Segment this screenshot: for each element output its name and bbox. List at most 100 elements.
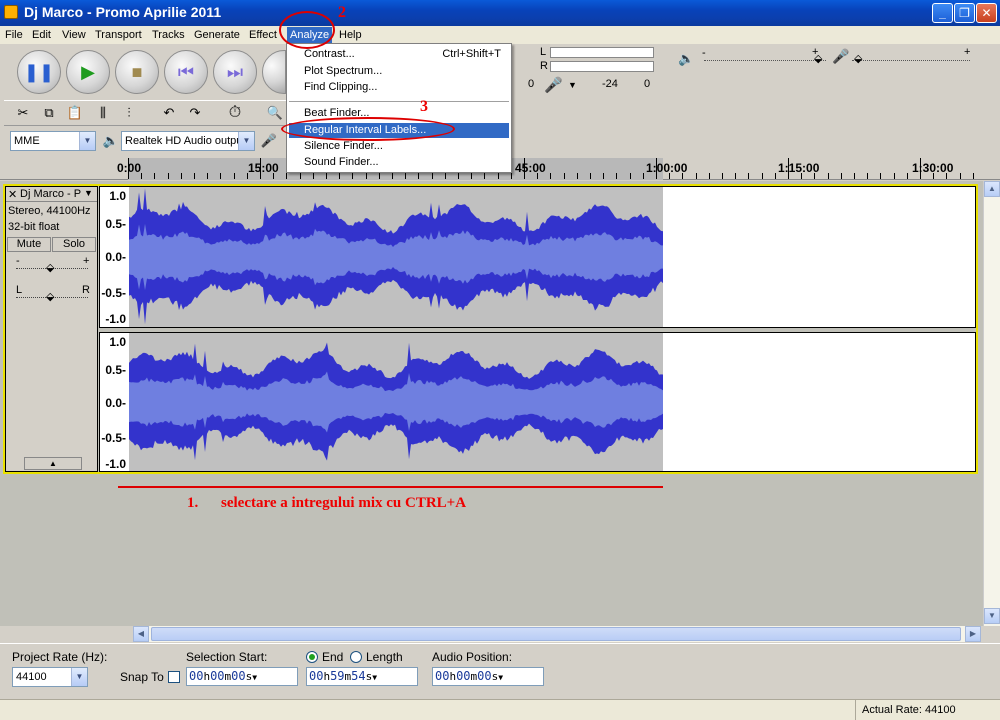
ruler-tick: [920, 158, 921, 179]
mute-button[interactable]: Mute: [7, 237, 51, 252]
input-plus-label: +: [964, 46, 971, 58]
silence-icon[interactable]: ⫶: [118, 102, 140, 124]
ruler-tick: [722, 173, 723, 179]
solo-button[interactable]: Solo: [52, 237, 96, 252]
copy-icon[interactable]: ⧉: [38, 102, 60, 124]
selection-end-field[interactable]: 00h59m54s▼: [306, 667, 418, 686]
scroll-left-icon[interactable]: ◀: [133, 626, 149, 642]
ruler-tick: [511, 173, 512, 179]
menu-item-plot-spectrum[interactable]: Plot Spectrum...: [289, 64, 509, 79]
chevron-down-icon[interactable]: ▼: [568, 80, 577, 90]
menu-item-find-clipping[interactable]: Find Clipping...: [289, 80, 509, 95]
mixer-toolbar: 🔈 - + ⬙ 🎤 ⬙ +: [672, 44, 982, 74]
trim-icon[interactable]: ⫼: [92, 102, 114, 124]
input-slider-thumb[interactable]: ⬙: [854, 52, 862, 65]
channel-right[interactable]: 1.0 0.5- 0.0- -0.5- -1.0: [99, 332, 976, 472]
project-rate-select[interactable]: 44100 ▼: [12, 667, 88, 687]
menu-help[interactable]: Help: [336, 27, 365, 43]
stop-button[interactable]: ■: [115, 50, 159, 94]
project-rate-value: 44100: [16, 671, 47, 683]
zoom-in-icon[interactable]: 🔍: [264, 102, 286, 124]
volume-slider-thumb[interactable]: ⬙: [814, 52, 822, 65]
menu-transport[interactable]: Transport: [92, 27, 145, 43]
scroll-down-icon[interactable]: ▼: [984, 608, 1000, 624]
window-title: Dj Marco - Promo Aprilie 2011: [24, 4, 222, 20]
gain-slider-thumb[interactable]: ⬙: [46, 261, 54, 274]
ruler-tick: [603, 173, 604, 179]
waveform-right: [129, 342, 663, 461]
menu-item-silence-finder[interactable]: Silence Finder...: [289, 139, 509, 154]
play-icon: ▶: [81, 61, 95, 82]
actual-rate-text: Actual Rate: 44100: [862, 704, 956, 716]
volume-slider-track[interactable]: [704, 60, 826, 62]
output-device-select[interactable]: Realtek HD Audio outpu ▼: [121, 131, 255, 151]
input-slider-track[interactable]: [852, 60, 970, 62]
close-button[interactable]: ✕: [976, 3, 997, 23]
menu-generate[interactable]: Generate: [191, 27, 243, 43]
volume-minus-label: -: [702, 47, 706, 59]
minimize-button[interactable]: _: [932, 3, 953, 23]
horizontal-scroll-thumb[interactable]: [151, 627, 961, 641]
ruler-tick: [788, 158, 789, 179]
chevron-down-icon: ▼: [238, 132, 254, 150]
ruler-tick: [867, 173, 868, 179]
selection-toolbar: Project Rate (Hz): 44100 ▼ Snap To Selec…: [0, 643, 1000, 698]
meter-right-label: R: [540, 60, 548, 72]
ruler-tick: [656, 158, 657, 179]
ruler-tick: [933, 173, 934, 179]
channel-left[interactable]: 1.0 0.5- 0.0- -0.5- -1.0: [99, 186, 976, 328]
close-icon[interactable]: ✕: [8, 188, 17, 201]
ruler-tick: [682, 173, 683, 179]
skip-start-icon: ⏮: [177, 61, 195, 82]
play-button[interactable]: ▶: [66, 50, 110, 94]
menu-effect[interactable]: Effect: [246, 27, 280, 43]
collapse-track-button[interactable]: ▲: [24, 457, 82, 470]
track-control-panel: ✕ Dj Marco - P ▼ Stereo, 44100Hz 32-bit …: [5, 186, 98, 472]
ruler-tick: [643, 173, 644, 179]
ruler-tick: [300, 173, 301, 179]
menu-bar: File Edit View Transport Tracks Generate…: [0, 26, 1000, 44]
selection-start-field[interactable]: 00h00m00s▼: [186, 667, 298, 686]
ruler-tick: [352, 173, 353, 179]
ruler-tick: [471, 173, 472, 179]
paste-icon[interactable]: 📋: [64, 102, 86, 124]
vertical-scrollbar[interactable]: ▲ ▼: [983, 181, 1000, 626]
menu-edit[interactable]: Edit: [29, 27, 54, 43]
ruler-tick: [537, 173, 538, 179]
selection-start-label: Selection Start:: [186, 650, 268, 664]
undo-icon[interactable]: ↶: [158, 102, 180, 124]
menu-item-sound-finder[interactable]: Sound Finder...: [289, 155, 509, 170]
host-select[interactable]: MME ▼: [10, 131, 96, 151]
maximize-button[interactable]: ❐: [954, 3, 975, 23]
end-radio-label: End: [322, 650, 344, 664]
chevron-down-icon: ▼: [79, 132, 95, 150]
pause-button[interactable]: ❚❚: [17, 50, 61, 94]
track-name-menu[interactable]: Dj Marco - P: [20, 188, 84, 200]
menu-item-contrast[interactable]: Contrast... Ctrl+Shift+T: [289, 47, 509, 62]
meter-scale-0b: 0: [644, 78, 651, 90]
microphone-icon[interactable]: 🎤: [544, 76, 563, 94]
length-radio[interactable]: [350, 651, 362, 663]
ruler-tick: [405, 173, 406, 179]
gain-plus-label: +: [83, 255, 90, 267]
end-radio[interactable]: [306, 651, 318, 663]
skip-end-button[interactable]: ⏭: [213, 50, 257, 94]
horizontal-scrollbar[interactable]: ◀ ▶: [133, 626, 981, 642]
cut-icon[interactable]: ✂: [12, 102, 34, 124]
skip-start-button[interactable]: ⏮: [164, 50, 208, 94]
microphone-icon: 🎤: [832, 48, 850, 64]
menu-view[interactable]: View: [59, 27, 89, 43]
timer-icon[interactable]: ⏱: [224, 102, 246, 124]
annotation-underline: [118, 486, 663, 488]
menu-file[interactable]: File: [2, 27, 26, 43]
audio-position-field[interactable]: 00h00m00s▼: [432, 667, 544, 686]
analyze-menu: Contrast... Ctrl+Shift+T Plot Spectrum...…: [286, 43, 512, 173]
redo-icon[interactable]: ↷: [184, 102, 206, 124]
scroll-up-icon[interactable]: ▲: [984, 181, 1000, 197]
pan-slider-thumb[interactable]: ⬙: [46, 290, 54, 303]
ruler-tick: [841, 173, 842, 179]
chevron-down-icon[interactable]: ▼: [84, 188, 93, 198]
menu-tracks[interactable]: Tracks: [149, 27, 188, 43]
snap-to-checkbox[interactable]: [168, 671, 180, 683]
scroll-right-icon[interactable]: ▶: [965, 626, 981, 642]
